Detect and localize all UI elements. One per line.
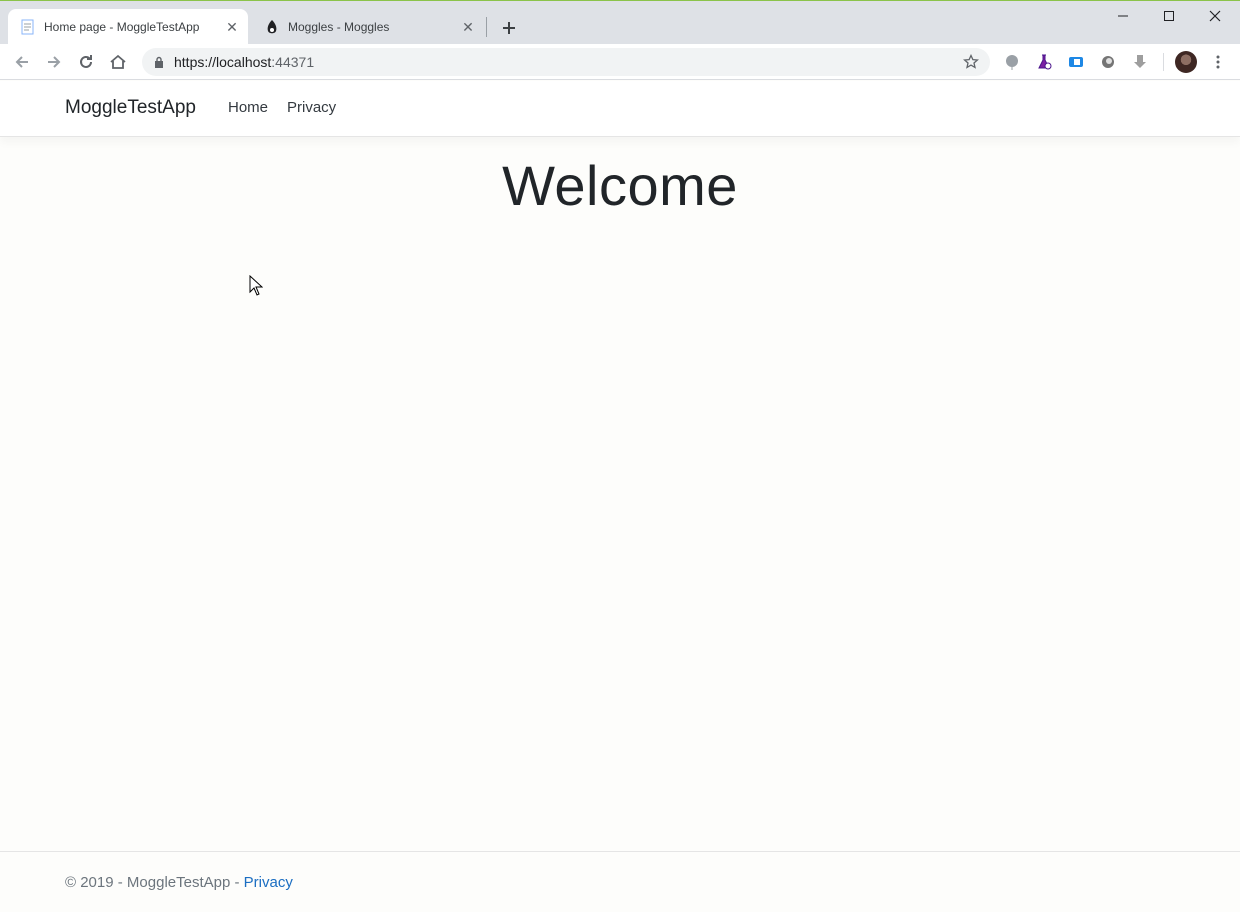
new-tab-button[interactable] [498,17,520,39]
address-bar[interactable]: https://localhost:44371 [142,48,990,76]
home-icon [110,54,126,69]
more-options-icon[interactable] [1208,52,1228,72]
web-page: MoggleTestApp Home Privacy Welcome © 201… [0,81,1240,912]
minimize-button[interactable] [1100,1,1146,31]
close-tab-icon[interactable]: ✕ [224,19,240,35]
url-port: :44371 [271,54,315,70]
footer-text: © 2019 - MoggleTestApp - Privacy [65,874,293,891]
close-window-button[interactable] [1192,1,1238,31]
browser-toolbar: https://localhost:44371 [0,44,1240,80]
back-button[interactable] [10,50,34,74]
extension-balloon-icon[interactable] [1002,52,1022,72]
reload-button[interactable] [74,50,98,74]
profile-avatar[interactable] [1175,51,1197,73]
tab-home-page[interactable]: Home page - MoggleTestApp ✕ [8,9,248,45]
tab-moggles[interactable]: Moggles - Moggles ✕ [252,9,484,45]
toolbar-separator [1163,53,1164,71]
brand-link[interactable]: MoggleTestApp [65,97,196,119]
nav-link-privacy[interactable]: Privacy [287,99,336,116]
page-title: Welcome [502,154,738,217]
url-host: https://localhost [174,54,272,70]
forward-arrow-icon [48,56,61,68]
lock-icon [152,56,166,68]
footer-privacy-link[interactable]: Privacy [244,874,293,891]
browser-titlebar: Home page - MoggleTestApp ✕ Moggles - Mo… [0,0,1240,45]
tab-title: Home page - MoggleTestApp [44,20,200,34]
bookmark-star-icon[interactable] [962,53,980,71]
extension-flask-icon[interactable] [1034,52,1054,72]
close-tab-icon[interactable]: ✕ [460,19,476,35]
footer-copyright: © 2019 - MoggleTestApp - [65,874,244,891]
site-footer: © 2019 - MoggleTestApp - Privacy [0,851,1240,912]
url-text: https://localhost:44371 [174,54,314,70]
maximize-button[interactable] [1146,1,1192,31]
tab-divider [486,17,487,37]
back-arrow-icon [15,56,28,68]
reload-icon [80,55,92,68]
home-button[interactable] [106,50,130,74]
mouse-cursor-icon [249,274,264,302]
forward-button[interactable] [42,50,66,74]
nav-link-home[interactable]: Home [228,99,268,116]
extension-blue-icon[interactable] [1066,52,1086,72]
site-navbar: MoggleTestApp Home Privacy [0,81,1240,137]
extension-circle-icon[interactable] [1098,52,1118,72]
tab-title: Moggles - Moggles [288,20,390,34]
download-icon[interactable] [1130,52,1150,72]
moggles-logo-icon [264,19,280,35]
document-icon [20,19,36,35]
